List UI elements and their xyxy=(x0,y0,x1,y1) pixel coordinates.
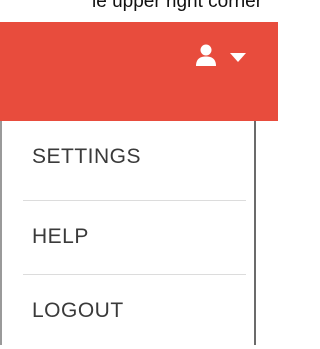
caption-text: ie upper right corner xyxy=(92,0,263,12)
header-bar xyxy=(0,22,278,121)
menu-item-label: SETTINGS xyxy=(32,145,142,168)
menu-item-label: LOGOUT xyxy=(32,299,124,322)
user-icon xyxy=(196,44,216,66)
menu-item-logout[interactable]: LOGOUT xyxy=(8,275,246,349)
menu-item-help[interactable]: HELP xyxy=(8,201,246,275)
chevron-down-icon xyxy=(230,53,246,62)
caption-fragment: ie upper right corner xyxy=(0,0,278,22)
menu-item-label: HELP xyxy=(32,225,89,248)
menu-item-settings[interactable]: SETTINGS xyxy=(8,121,246,195)
dropdown-menu-edge xyxy=(0,121,2,345)
user-menu-toggle[interactable] xyxy=(195,44,260,88)
